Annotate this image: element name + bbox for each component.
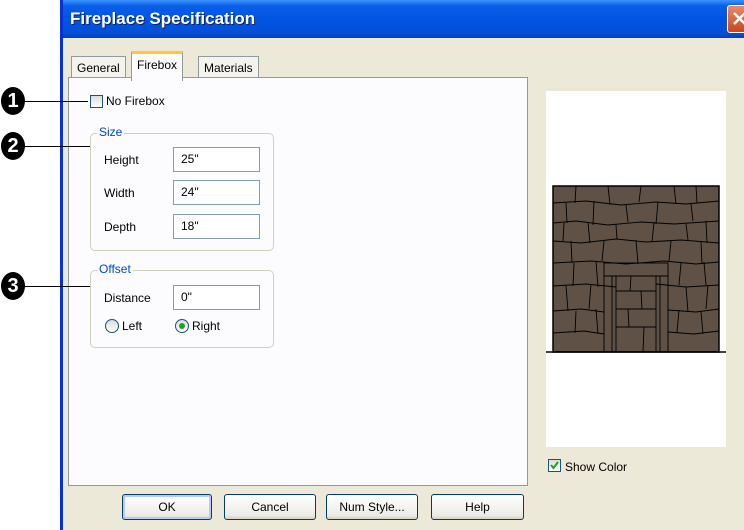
width-label: Width [104, 186, 135, 200]
left-radio-label[interactable]: Left [122, 319, 142, 333]
cancel-button[interactable]: Cancel [224, 494, 316, 520]
height-label: Height [104, 153, 139, 167]
title-bar[interactable]: Fireplace Specification [63, 0, 744, 38]
num-style-button[interactable]: Num Style... [326, 494, 418, 520]
width-input[interactable]: 24" [173, 180, 260, 205]
fireplace-elevation-drawing [546, 185, 726, 353]
tab-general[interactable]: General [71, 56, 126, 79]
right-radio-label[interactable]: Right [192, 319, 220, 333]
callout-1: 1 [1, 87, 25, 115]
checkmark-icon [550, 461, 559, 470]
radio-selected-dot [179, 323, 185, 329]
offset-legend: Offset [97, 262, 133, 276]
size-legend: Size [97, 125, 125, 139]
depth-label: Depth [104, 220, 137, 234]
left-radio[interactable] [105, 319, 119, 333]
no-firebox-label[interactable]: No Firebox [106, 94, 165, 108]
show-color-checkbox[interactable] [548, 459, 561, 472]
tab-materials[interactable]: Materials [198, 56, 259, 79]
distance-input[interactable]: 0" [173, 285, 260, 310]
ok-button[interactable]: OK [122, 494, 212, 520]
callout-1-leader [24, 101, 88, 102]
tab-firebox[interactable]: Firebox [131, 51, 184, 81]
callout-3: 3 [1, 272, 25, 300]
no-firebox-checkbox[interactable] [90, 95, 103, 108]
close-button[interactable] [727, 5, 744, 33]
dialog-title: Fireplace Specification [70, 9, 256, 28]
callout-2-leader [24, 146, 90, 147]
callout-3-leader [24, 286, 90, 287]
distance-label: Distance [104, 291, 151, 305]
help-button[interactable]: Help [431, 494, 524, 520]
show-color-label[interactable]: Show Color [565, 460, 627, 474]
height-input[interactable]: 25" [173, 147, 260, 172]
right-radio[interactable] [175, 319, 189, 333]
depth-input[interactable]: 18" [173, 214, 260, 239]
callout-2: 2 [1, 132, 25, 160]
fireplace-preview [546, 91, 726, 447]
close-icon [733, 12, 744, 25]
